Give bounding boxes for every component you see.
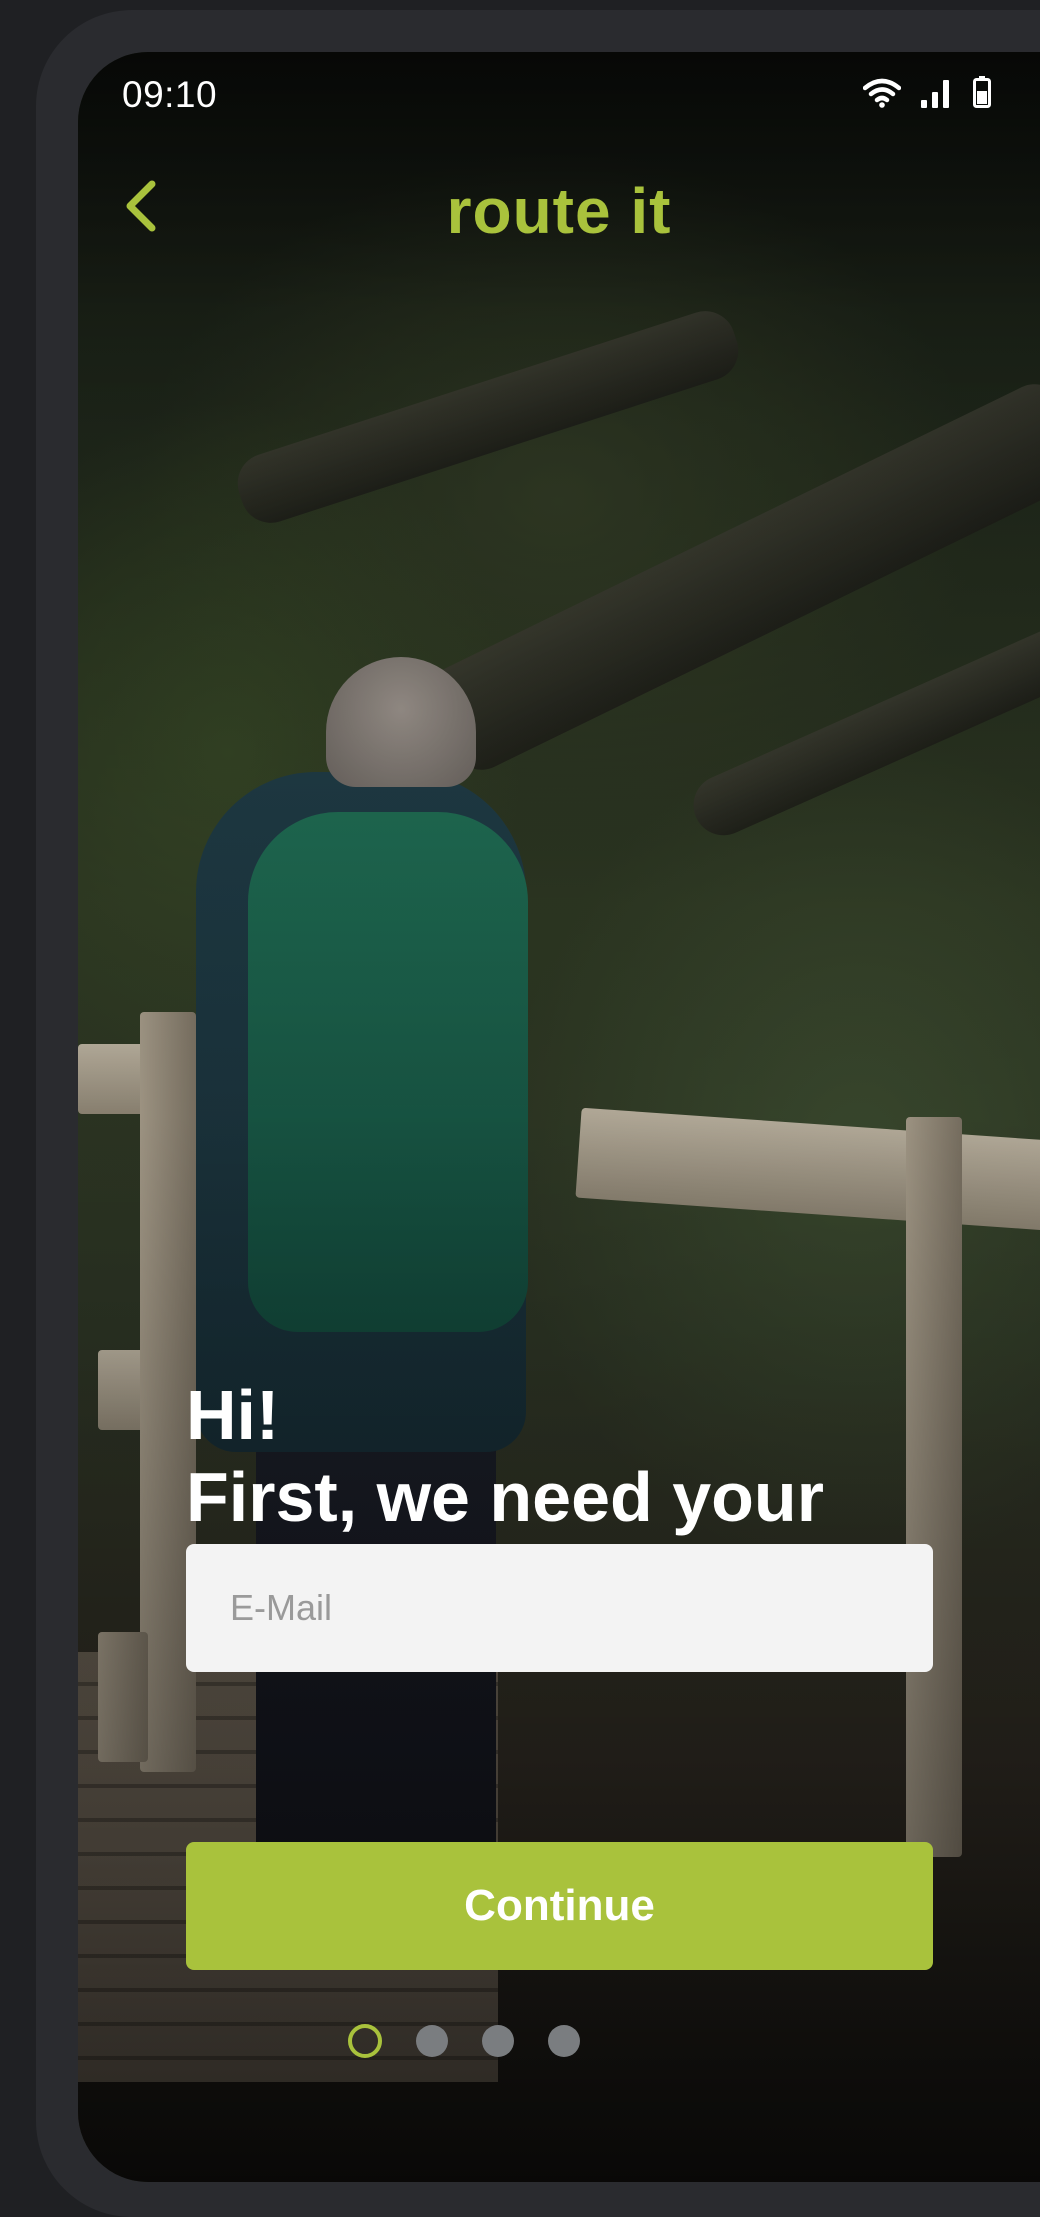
signal-icon: [921, 80, 949, 108]
status-icons: [863, 76, 991, 108]
greeting-line-2: First, we need your: [186, 1458, 824, 1536]
status-time: 09:10: [122, 74, 218, 115]
greeting-line-1: Hi!: [186, 1376, 280, 1454]
battery-icon: [973, 76, 991, 108]
status-bar: 09:10: [78, 52, 1040, 142]
page-dot[interactable]: [548, 2025, 580, 2057]
page-indicator: [348, 2024, 580, 2058]
page-dot[interactable]: [482, 2025, 514, 2057]
continue-button[interactable]: Continue: [186, 1842, 933, 1970]
app-title: route it: [446, 175, 672, 247]
wifi-icon: [863, 78, 901, 108]
page-dot[interactable]: [416, 2025, 448, 2057]
page-dot-active[interactable]: [348, 2024, 382, 2058]
greeting-text: Hi! First, we need your: [186, 1374, 824, 1538]
onboarding-screen: 09:10 route it Hi! First, we need your E…: [78, 52, 1040, 2182]
email-input[interactable]: [186, 1544, 933, 1672]
